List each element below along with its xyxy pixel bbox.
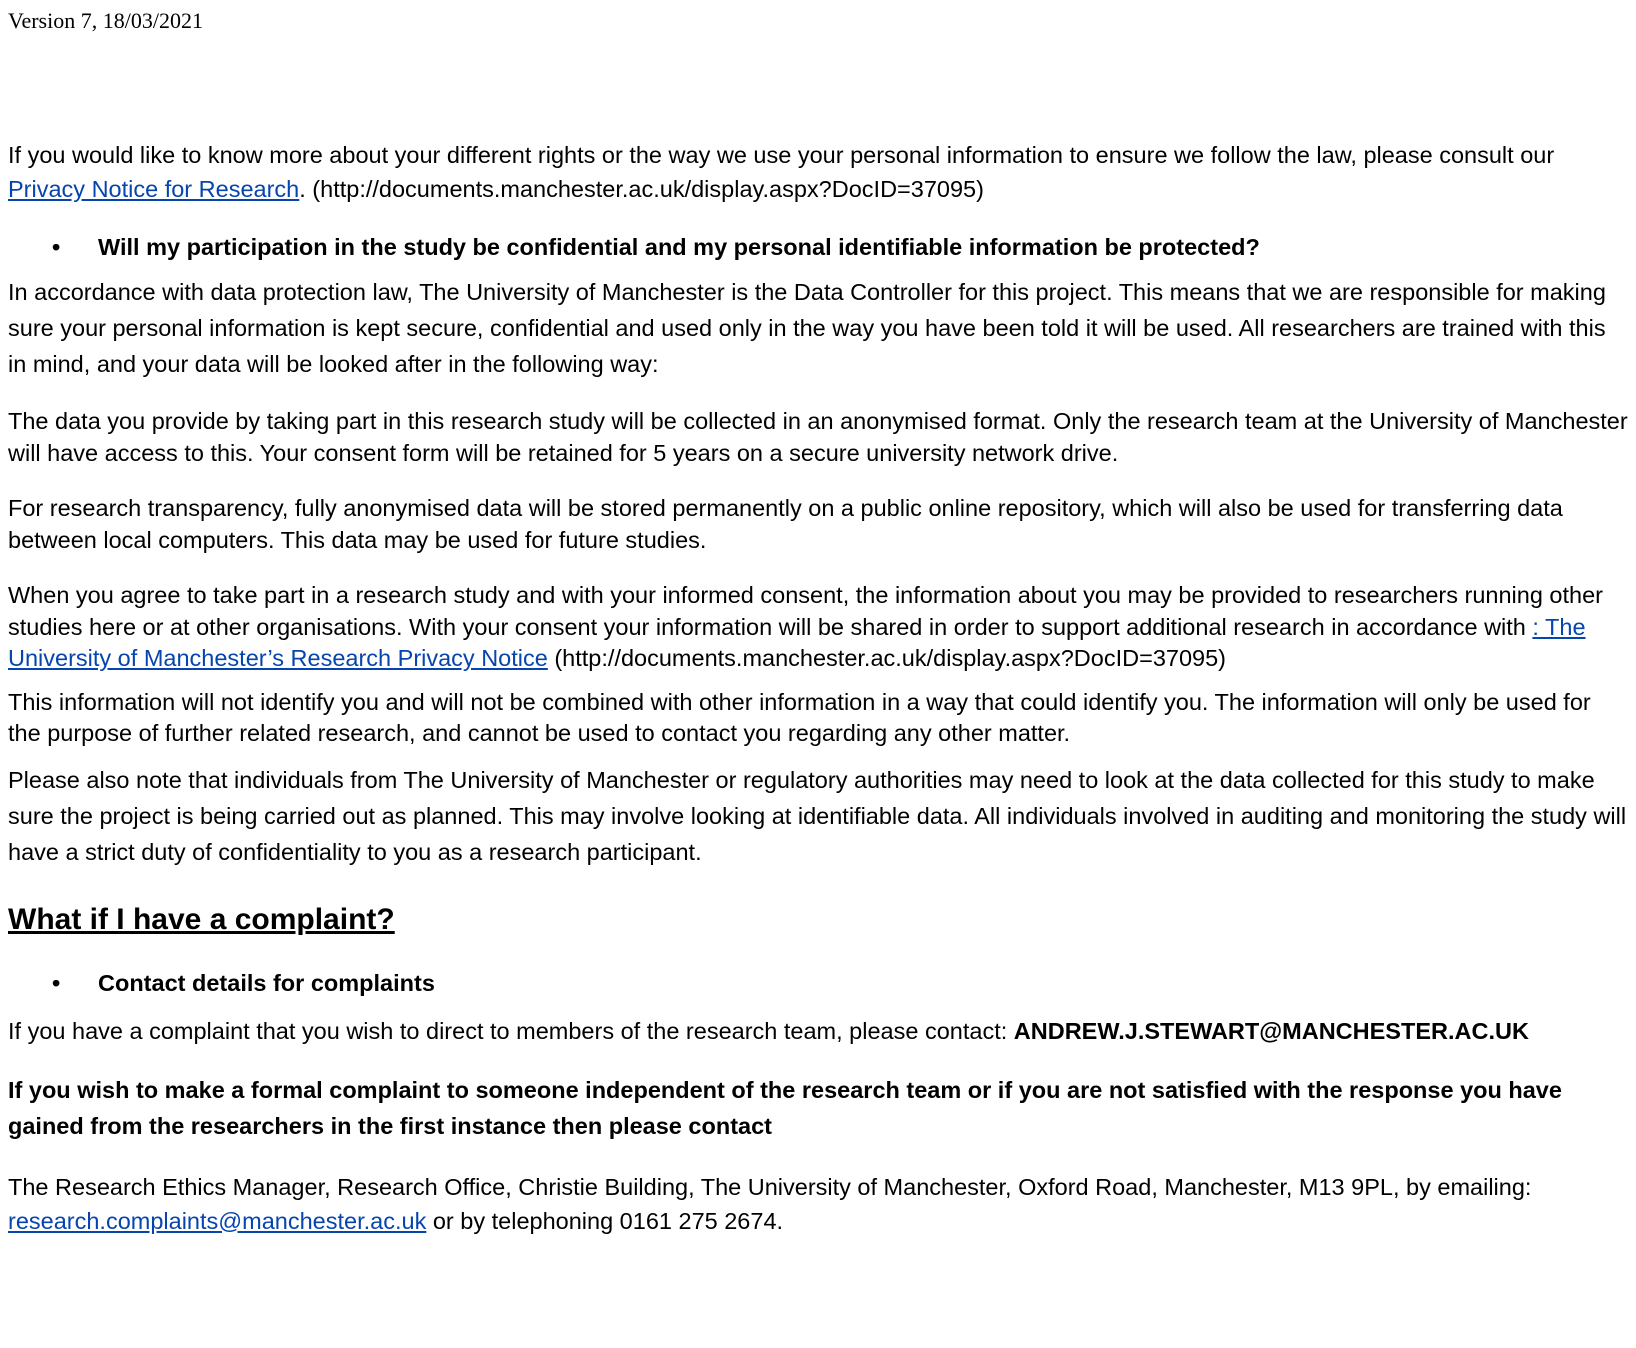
auditing-paragraph: Please also note that individuals from T… [8, 766, 1627, 865]
ethics-contact-paragraph: The Research Ethics Manager, Research Of… [8, 1170, 1628, 1238]
bullet-icon: • [52, 969, 61, 996]
confidentiality-question: Will my participation in the study be co… [98, 234, 1260, 260]
privacy-notice-link[interactable]: Privacy Notice for Research [8, 176, 299, 202]
version-label: Version 7, 18/03/2021 [8, 8, 203, 33]
ethics-contact-text: The Research Ethics Manager, Research Of… [8, 1173, 1532, 1200]
complaint-heading: What if I have a complaint? [8, 902, 395, 936]
data-controller-paragraph: In accordance with data protection law, … [8, 279, 1606, 377]
formal-complaint-paragraph: If you wish to make a formal complaint t… [8, 1076, 1562, 1139]
data-sharing-suffix: (http://documents.manchester.ac.uk/displ… [547, 645, 1226, 671]
bullet-icon: • [52, 234, 61, 260]
complaints-bullet: • Contact details for complaints [8, 966, 1628, 1000]
document-body: If you would like to know more about you… [8, 138, 1628, 1238]
data-sharing-text: When you agree to take part in a researc… [8, 582, 1603, 640]
transparency-paragraph: For research transparency, fully anonymi… [8, 495, 1563, 553]
data-sharing-paragraph: When you agree to take part in a researc… [8, 580, 1628, 675]
privacy-intro-text: If you would like to know more about you… [8, 142, 1555, 168]
research-team-email: ANDREW.J.STEWART@MANCHESTER.AC.UK [1013, 1017, 1529, 1044]
ethics-email-link[interactable]: research.complaints@manchester.ac.uk [8, 1208, 426, 1234]
confidentiality-bullet: • Will my participation in the study be … [8, 230, 1628, 264]
identify-paragraph: This information will not identify you a… [8, 688, 1591, 747]
privacy-intro-paragraph: If you would like to know more about you… [8, 138, 1628, 206]
privacy-intro-suffix: . (http://documents.manchester.ac.uk/dis… [299, 176, 984, 202]
research-team-contact-paragraph: If you have a complaint that you wish to… [8, 1014, 1628, 1048]
research-team-contact-text: If you have a complaint that you wish to… [8, 1017, 1014, 1044]
ethics-contact-suffix: or by telephoning 0161 275 2674. [426, 1207, 784, 1234]
complaints-bullet-label: Contact details for complaints [98, 969, 435, 996]
anonymised-data-paragraph: The data you provide by taking part in t… [8, 408, 1628, 466]
